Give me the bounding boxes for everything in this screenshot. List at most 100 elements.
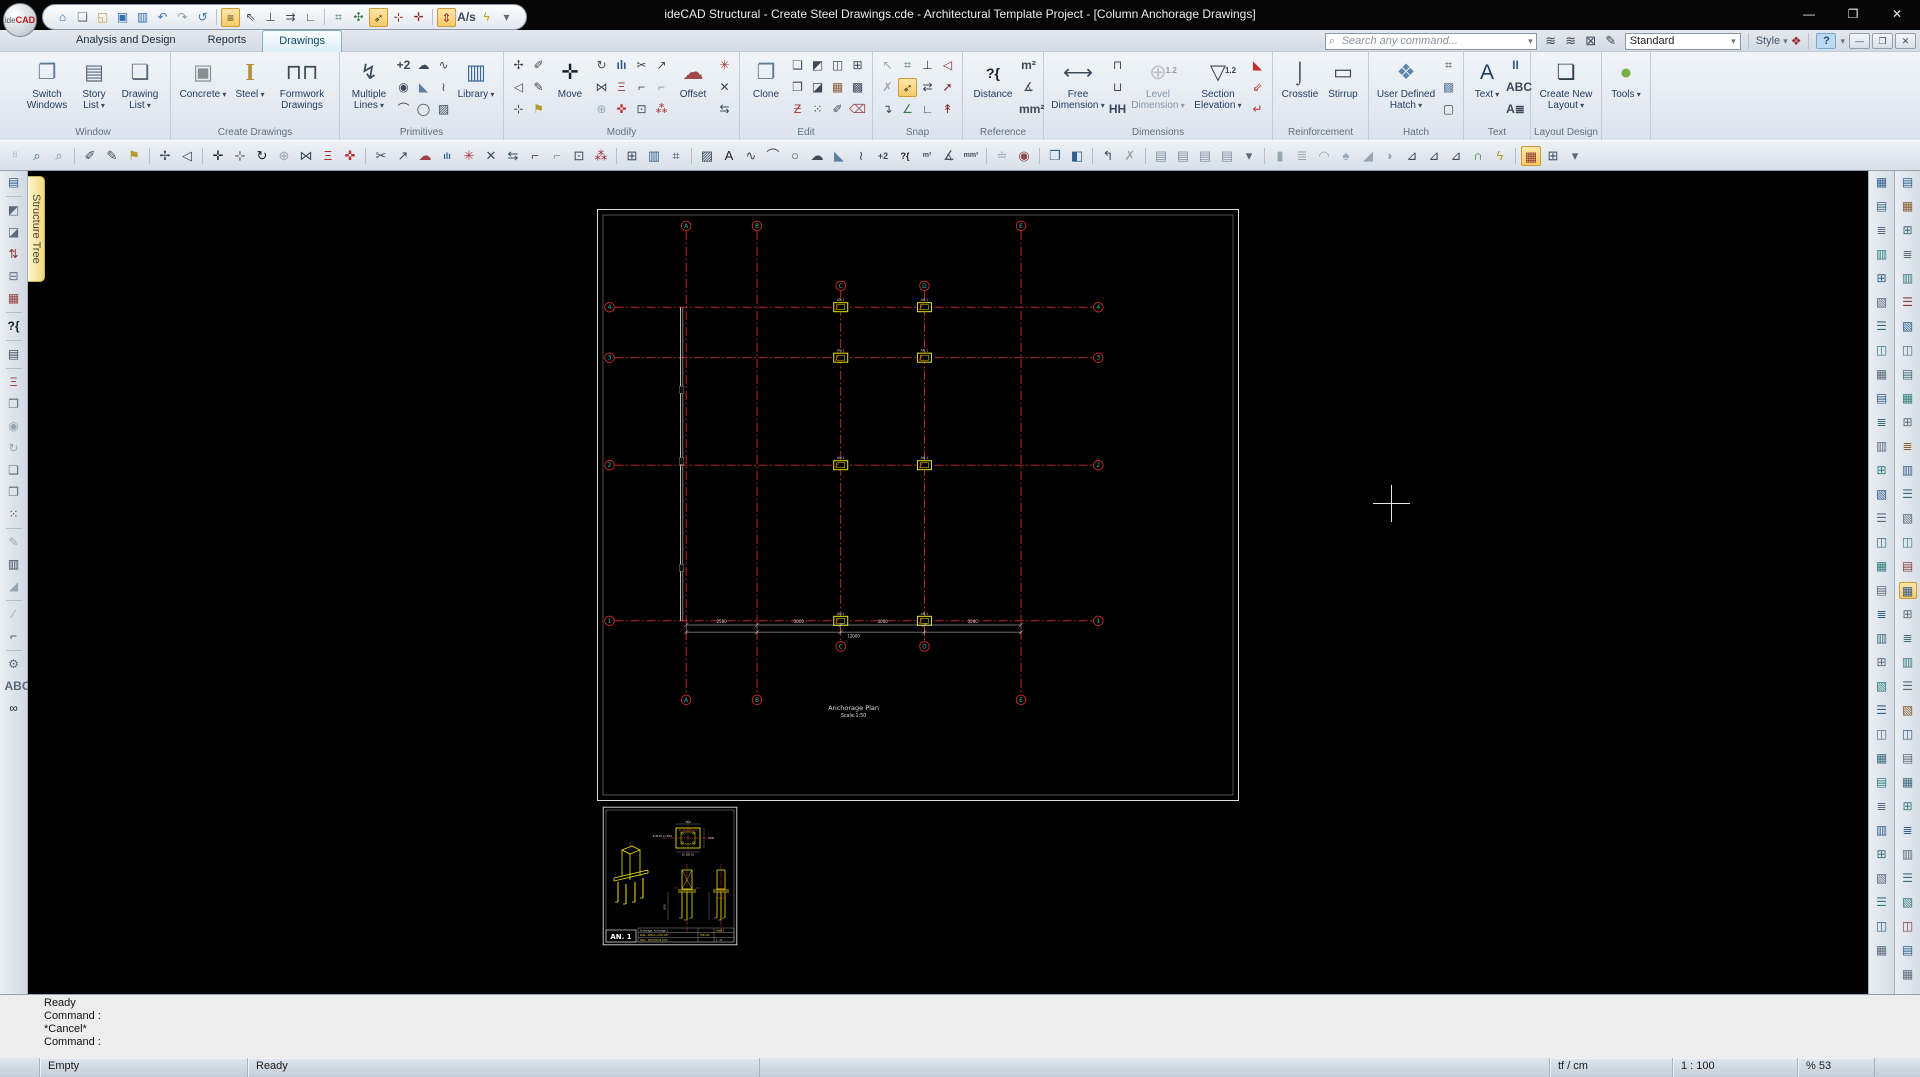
right-strip-1-icon-15[interactable]: ◫ — [1873, 534, 1891, 551]
structure-tree-tab[interactable]: Structure Tree — [28, 176, 45, 282]
toolbar-more-icon[interactable]: ▾ — [1565, 146, 1585, 166]
rotate-ref-icon[interactable]: ⊕ — [592, 100, 611, 119]
auto-abc-icon[interactable]: ABC — [5, 678, 23, 695]
command-window[interactable]: Ready Command : *Cancel* Command : — [0, 994, 1920, 1058]
zoom-window-icon[interactable]: ⌕ — [49, 146, 69, 166]
table-plus-icon[interactable]: ▤ — [1217, 146, 1237, 166]
stretch-icon[interactable]: Ξ — [318, 146, 338, 166]
snap-angle-icon[interactable]: ∠ — [898, 100, 917, 119]
right-strip-1-icon-11[interactable]: ▥ — [1873, 438, 1891, 455]
spray-icon[interactable]: ⁂ — [591, 146, 611, 166]
snap-from-icon[interactable]: ↖ — [878, 56, 897, 75]
copy-props-icon[interactable]: ◩ — [5, 202, 23, 219]
save-all-icon[interactable]: ▥ — [133, 8, 152, 27]
style-lock-icon[interactable]: ✎ — [1601, 31, 1621, 51]
snap-insert-icon[interactable]: ↴ — [878, 100, 897, 119]
right-strip-2-icon-2[interactable]: ⊞ — [1899, 222, 1917, 239]
insert-icon[interactable]: ⊞ — [848, 56, 867, 75]
free-dimension-button[interactable]: ⟷Free Dimension ▾ — [1049, 55, 1107, 125]
group-b-icon[interactable]: ❐ — [5, 484, 23, 501]
mdi-close-button[interactable]: ✕ — [1895, 33, 1916, 49]
snap-parallel-icon[interactable]: ⇄ — [918, 78, 937, 97]
offset-cloud-icon[interactable]: ☁ — [415, 146, 435, 166]
new-file-icon[interactable]: ❏ — [73, 8, 92, 27]
clamp-icon[interactable]: ⌐ — [5, 628, 23, 645]
image-icon[interactable]: ▨ — [434, 100, 453, 119]
window-cascade-icon[interactable]: ❐ — [1045, 146, 1065, 166]
right-strip-1-icon-26[interactable]: ≣ — [1873, 798, 1891, 815]
break-icon[interactable]: ✳ — [459, 146, 479, 166]
right-strip-1-icon-6[interactable]: ☰ — [1873, 318, 1891, 335]
snap-grid-icon[interactable]: ⌗ — [898, 56, 917, 75]
freehand-icon[interactable]: ≀ — [434, 78, 453, 97]
corner-mode-icon[interactable]: ∟ — [301, 8, 320, 27]
rotate-icon[interactable]: ↻ — [592, 56, 611, 75]
snap-perpendicular-icon[interactable]: ⊥ — [918, 56, 937, 75]
snap-apparent-icon[interactable]: ✗ — [878, 78, 897, 97]
redo-icon[interactable]: ↷ — [173, 8, 192, 27]
grid-hatch-icon[interactable]: ⌗ — [1439, 56, 1458, 75]
join-icon[interactable]: ⇆ — [715, 100, 734, 119]
extend-icon[interactable]: ↗ — [652, 56, 671, 75]
cloud-icon[interactable]: ☁ — [414, 56, 433, 75]
right-strip-2-icon-32[interactable]: ▤ — [1899, 942, 1917, 959]
story-list-button[interactable]: ▤Story List ▾ — [74, 55, 114, 125]
select-none-icon[interactable]: ⊠ — [1581, 31, 1601, 51]
eraser-icon[interactable]: ⌫ — [848, 100, 867, 119]
table-3d-icon[interactable]: ▤ — [1195, 146, 1215, 166]
dim-wall-icon[interactable]: HH — [1108, 100, 1127, 119]
swap-objects-icon[interactable]: ⇅ — [5, 246, 23, 263]
fillet-icon[interactable]: ⌐ — [632, 78, 651, 97]
right-strip-2-icon-10[interactable]: ⊞ — [1899, 414, 1917, 431]
refresh-icon[interactable]: ↻ — [5, 440, 23, 457]
cylinder-icon[interactable]: ▮ — [1270, 146, 1290, 166]
wedge-icon[interactable]: ◗ — [1380, 146, 1400, 166]
redraw-icon[interactable]: ✐ — [828, 100, 847, 119]
image-icon[interactable]: ▨ — [697, 146, 717, 166]
text-table-icon[interactable]: A≣ — [1506, 100, 1525, 119]
tab-analysis-and-design[interactable]: Analysis and Design — [60, 30, 192, 52]
tab-reports[interactable]: Reports — [192, 30, 263, 52]
right-strip-1-icon-3[interactable]: ▥ — [1873, 246, 1891, 263]
offset-2-icon[interactable]: +2 — [873, 146, 893, 166]
measure-icon[interactable]: ✐ — [529, 56, 548, 75]
right-strip-2-icon-11[interactable]: ≣ — [1899, 438, 1917, 455]
table-z-icon[interactable]: ▤ — [1173, 146, 1193, 166]
compass-icon[interactable]: ✢ — [155, 146, 175, 166]
level-icon[interactable]: ≐ — [992, 146, 1012, 166]
axes-icon[interactable]: ✗ — [1120, 146, 1140, 166]
text-tool-icon[interactable]: A — [719, 146, 739, 166]
z-order-icon[interactable]: Ƶ — [788, 100, 807, 119]
anchorage-plan-sheet[interactable]: 44332211AABBCCDDEEAN.1AN.1AN.1AN.1AN.1AN… — [596, 208, 1240, 802]
minimize-button[interactable]: — — [1794, 4, 1824, 24]
stretch-icon[interactable]: Ξ — [612, 78, 631, 97]
style-picker[interactable]: Style ▾ ❖ — [1756, 34, 1802, 48]
area-icon[interactable]: m² — [917, 146, 937, 166]
right-strip-2-icon-15[interactable]: ◫ — [1899, 534, 1917, 551]
layer-control-icon[interactable]: ≡ — [221, 8, 240, 27]
compass-icon[interactable]: ✢ — [509, 56, 528, 75]
create-new-layout-button[interactable]: ❏Create New Layout ▾ — [1536, 55, 1596, 125]
steel-button[interactable]: ISteel ▾ — [231, 55, 269, 125]
undo-icon[interactable]: ↶ — [153, 8, 172, 27]
right-strip-1-icon-1[interactable]: ▤ — [1873, 198, 1891, 215]
ortho-mode-icon[interactable]: ⊥ — [261, 8, 280, 27]
hatch-edit-icon[interactable]: ▩ — [848, 78, 867, 97]
tab-drawings[interactable]: Drawings — [262, 30, 342, 52]
right-strip-2-icon-6[interactable]: ▧ — [1899, 318, 1917, 335]
drawing-manager-icon[interactable]: ▦ — [1521, 146, 1541, 166]
slope-dim-icon[interactable]: ◣ — [1248, 56, 1267, 75]
right-strip-1-icon-16[interactable]: ▦ — [1873, 558, 1891, 575]
right-strip-2-icon-17[interactable]: ▦ — [1899, 582, 1917, 599]
right-strip-2-icon-33[interactable]: ▦ — [1899, 966, 1917, 983]
app-logo[interactable]: ideCAD — [3, 3, 37, 37]
lightning-icon[interactable]: ϟ — [1490, 146, 1510, 166]
right-strip-2-icon-26[interactable]: ⊞ — [1899, 798, 1917, 815]
right-strip-2-icon-3[interactable]: ≣ — [1899, 246, 1917, 263]
area-mm-icon[interactable]: mm² — [1019, 100, 1038, 119]
drawing-canvas[interactable]: 44332211AABBCCDDEEAN.1AN.1AN.1AN.1AN.1AN… — [28, 171, 1868, 994]
book-icon[interactable]: ▥ — [5, 556, 23, 573]
graph-p-icon[interactable]: ⊿ — [1424, 146, 1444, 166]
graph2-icon[interactable]: ⊿ — [1446, 146, 1466, 166]
status-scale[interactable]: 1 : 100 — [1673, 1058, 1798, 1077]
